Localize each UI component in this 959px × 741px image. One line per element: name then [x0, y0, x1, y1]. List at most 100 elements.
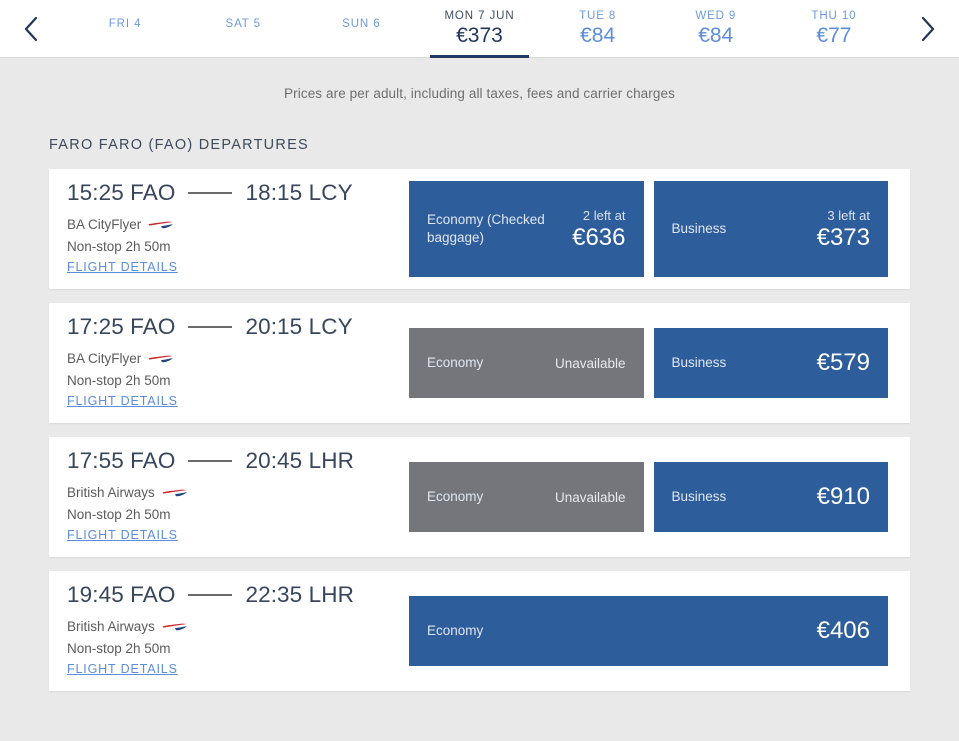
- departure-airport-code: FAO: [130, 313, 176, 339]
- date-navigation-bar: FRI 4 SAT 5 SUN 6 MON 7 JUN €373 TUE 8 €84 WED …: [0, 0, 959, 58]
- chevron-left-icon: [23, 16, 39, 42]
- fare-price-group: 2 left at €636: [572, 208, 625, 250]
- fare-price: €579: [816, 349, 870, 377]
- date-tab-fri-4[interactable]: FRI 4: [66, 0, 184, 57]
- date-tab-price: €84: [698, 24, 734, 47]
- fare-option-available[interactable]: Business 3 left at €373: [653, 181, 888, 277]
- departure-time: 17:55: [67, 447, 124, 473]
- british-airways-speedmarque-icon: [162, 621, 188, 633]
- airline-row: British Airways: [67, 483, 409, 503]
- flight-route: 19:45 FAO 22:35 LHR: [67, 581, 409, 607]
- airline-name: British Airways: [67, 619, 155, 635]
- flight-details-link[interactable]: FLIGHT DETAILS: [67, 662, 178, 676]
- date-tab-label: THU 10: [811, 10, 857, 22]
- british-airways-speedmarque-icon: [162, 487, 188, 499]
- fare-option-available[interactable]: Economy (Checked baggage) 2 left at €636: [409, 181, 644, 277]
- stops-and-duration: Non-stop 2h 50m: [67, 640, 171, 656]
- previous-dates-button[interactable]: [0, 0, 62, 57]
- flight-route: 17:55 FAO 20:45 LHR: [67, 447, 409, 473]
- date-tab-sun-6[interactable]: SUN 6: [302, 0, 420, 57]
- flight-summary: 17:25 FAO 20:15 LCY BA CityFlyer Non-stop 2…: [49, 313, 409, 411]
- fare-seats-remaining: 2 left at: [582, 208, 626, 224]
- airline-name: BA CityFlyer: [67, 217, 142, 233]
- flight-route: 15:25 FAO 18:15 LCY: [67, 179, 409, 205]
- british-airways-speedmarque-icon: [148, 219, 174, 231]
- fare-option-available[interactable]: Business €579: [653, 328, 888, 398]
- departure-time: 19:45: [67, 581, 124, 607]
- route-dash-icon: [188, 326, 233, 328]
- flight-details-link[interactable]: FLIGHT DETAILS: [67, 260, 178, 274]
- date-tab-active-underline: [429, 55, 530, 58]
- fare-price-group: 3 left at €373: [817, 208, 870, 250]
- departures-section-title: FARO FARO (FAO) DEPARTURES: [49, 137, 309, 153]
- route-dash-icon: [188, 594, 233, 596]
- date-tab-mon-7-jun[interactable]: MON 7 JUN €373: [420, 0, 538, 58]
- date-tab-price: €373: [456, 24, 503, 47]
- flight-card: 17:25 FAO 20:15 LCY BA CityFlyer Non-stop 2…: [49, 303, 910, 423]
- flight-details-link[interactable]: FLIGHT DETAILS: [67, 528, 178, 542]
- fare-cabin-label: Economy (Checked baggage): [427, 212, 545, 245]
- fare-options: Economy Unavailable Business €579: [409, 328, 910, 398]
- flight-card: 15:25 FAO 18:15 LCY BA CityFlyer Non-stop 2…: [49, 169, 910, 289]
- date-tab-sat-5[interactable]: SAT 5: [184, 0, 302, 57]
- date-tab-label: MON 7 JUN: [444, 10, 515, 22]
- next-dates-button[interactable]: [897, 0, 959, 57]
- departure-airport-code: FAO: [130, 581, 176, 607]
- arrival-time: 20:45: [245, 447, 303, 473]
- stops-and-duration: Non-stop 2h 50m: [67, 372, 171, 388]
- fare-unavailable-label: Unavailable: [554, 489, 626, 505]
- arrival-time: 18:15: [245, 179, 303, 205]
- fare-cabin-label: Economy: [427, 489, 484, 505]
- airline-name: BA CityFlyer: [67, 351, 142, 367]
- fare-price-group: €910: [817, 484, 870, 509]
- date-tab-price: €84: [580, 24, 616, 47]
- route-dash-icon: [188, 460, 233, 462]
- flight-summary: 15:25 FAO 18:15 LCY BA CityFlyer Non-stop 2…: [49, 179, 409, 277]
- fare-cabin-label: Business: [671, 489, 727, 505]
- date-tab-thu-10[interactable]: THU 10 €77: [775, 0, 893, 57]
- airline-row: British Airways: [67, 617, 409, 637]
- fare-option-available[interactable]: Business €910: [653, 462, 888, 532]
- date-tab-tue-8[interactable]: TUE 8 €84: [539, 0, 657, 57]
- departure-airport-code: FAO: [130, 179, 176, 205]
- stops-and-duration: Non-stop 2h 50m: [67, 506, 171, 522]
- flight-card: 19:45 FAO 22:35 LHR British Airways Non-sto…: [49, 571, 910, 691]
- date-tab-wed-9[interactable]: WED 9 €84: [657, 0, 775, 57]
- fare-price-group: €579: [817, 350, 870, 375]
- date-tab-label: WED 9: [695, 10, 737, 22]
- fare-cabin-label: Economy: [427, 355, 484, 371]
- flight-route: 17:25 FAO 20:15 LCY: [67, 313, 409, 339]
- departure-airport-code: FAO: [130, 447, 176, 473]
- departure-time: 15:25: [67, 179, 124, 205]
- arrival-airport-code: LCY: [308, 179, 353, 205]
- arrival-airport-code: LCY: [308, 313, 353, 339]
- airline-name: British Airways: [67, 485, 155, 501]
- fare-cabin-label: Business: [671, 355, 727, 371]
- date-strip: FRI 4 SAT 5 SUN 6 MON 7 JUN €373 TUE 8 €84 WED …: [62, 0, 897, 58]
- date-tab-label: FRI 4: [108, 18, 142, 30]
- fare-price-group: Unavailable: [555, 490, 626, 505]
- chevron-right-icon: [920, 16, 936, 42]
- airline-row: BA CityFlyer: [67, 349, 409, 369]
- flight-card: 17:55 FAO 20:45 LHR British Airways Non-sto…: [49, 437, 910, 557]
- departure-time: 17:25: [67, 313, 124, 339]
- flight-details-link[interactable]: FLIGHT DETAILS: [67, 394, 178, 408]
- price-disclaimer: Prices are per adult, including all taxe…: [284, 86, 675, 101]
- date-tab-label: TUE 8: [579, 10, 617, 22]
- arrival-airport-code: LHR: [308, 447, 354, 473]
- date-tab-price: €77: [816, 24, 852, 47]
- route-dash-icon: [188, 192, 233, 194]
- fare-options: Economy (Checked baggage) 2 left at €636 Bu…: [409, 181, 910, 277]
- flight-card-list: 15:25 FAO 18:15 LCY BA CityFlyer Non-stop 2…: [0, 169, 959, 691]
- fare-cabin-label: Business: [671, 221, 727, 237]
- arrival-time: 22:35: [245, 581, 303, 607]
- date-tab-label: SUN 6: [342, 18, 381, 30]
- fare-option-unavailable: Economy Unavailable: [409, 462, 644, 532]
- arrival-airport-code: LHR: [308, 581, 354, 607]
- fare-price-group: Unavailable: [555, 356, 626, 371]
- fare-price: €910: [816, 483, 870, 511]
- fare-price: €406: [816, 617, 870, 645]
- fare-option-available[interactable]: Economy €406: [409, 596, 888, 666]
- airline-row: BA CityFlyer: [67, 215, 409, 235]
- fare-options: Economy Unavailable Business €910: [409, 462, 910, 532]
